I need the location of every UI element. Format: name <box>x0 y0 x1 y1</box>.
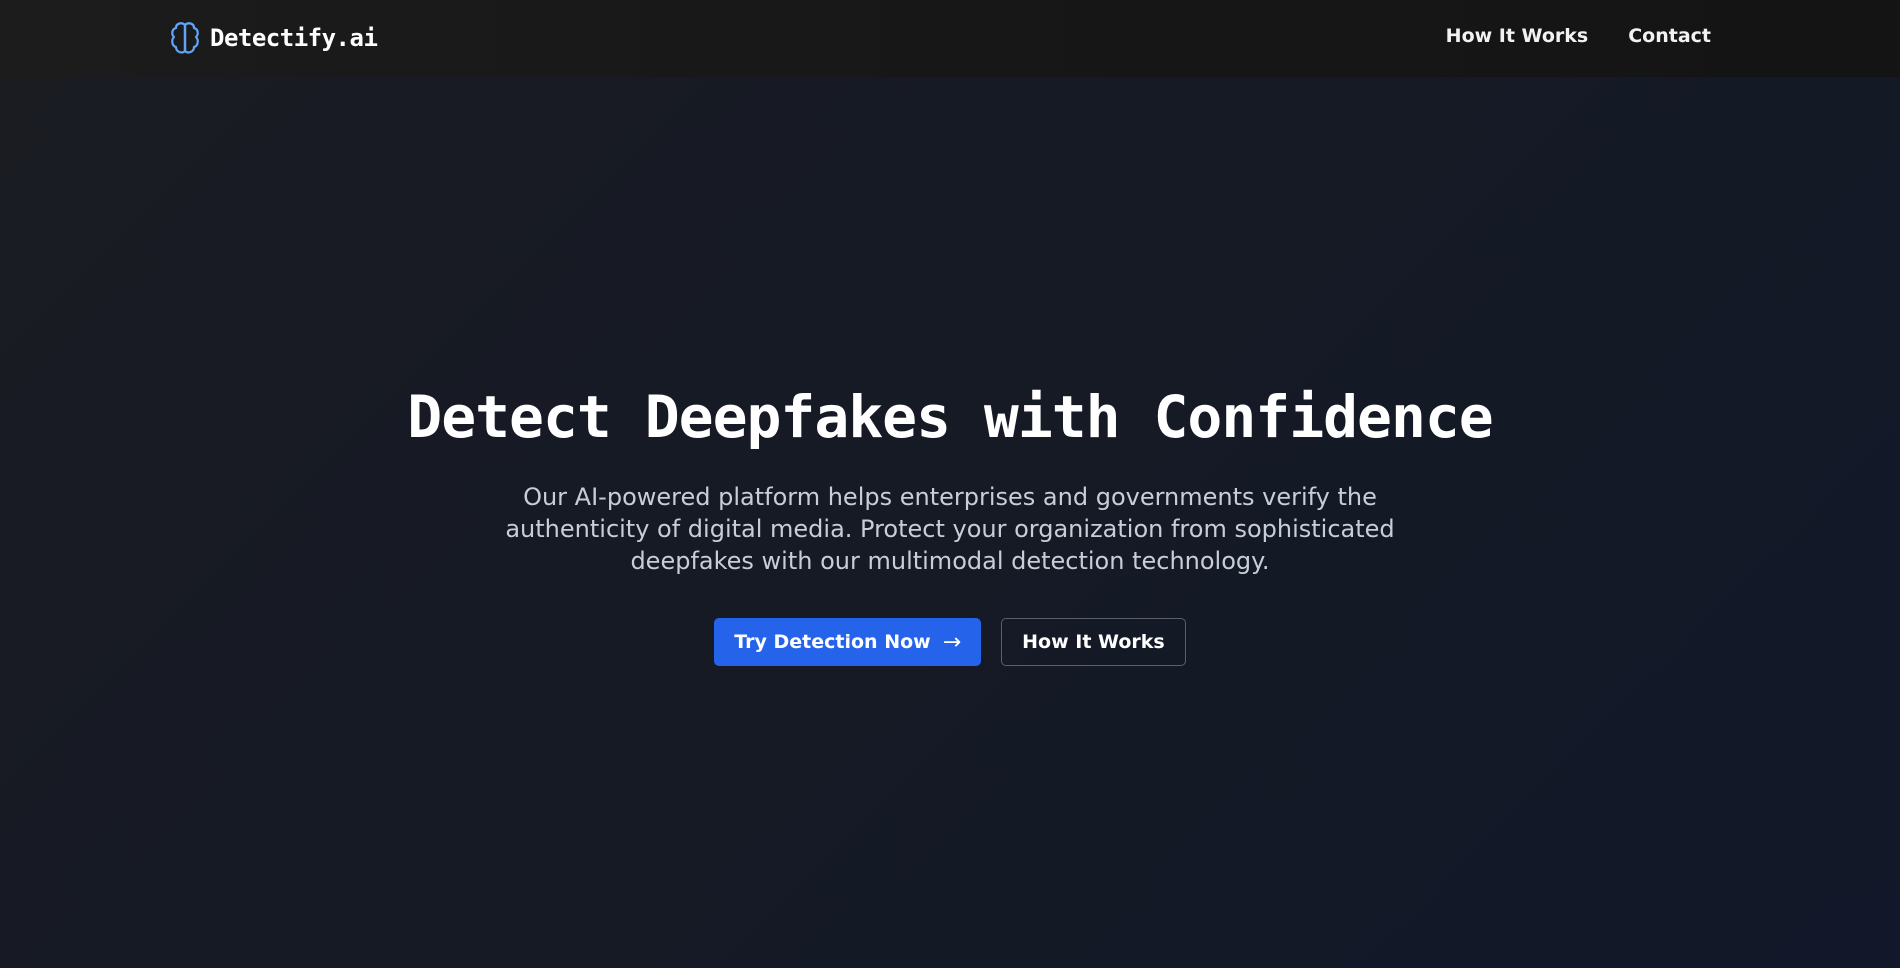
try-detection-button-label: Try Detection Now <box>734 631 931 653</box>
hero-subtitle: Our AI-powered platform helps enterprise… <box>505 483 1395 575</box>
brain-icon <box>171 22 199 54</box>
how-it-works-button[interactable]: How It Works <box>1001 618 1186 666</box>
arrow-right-icon: → <box>942 629 962 655</box>
hero-actions: Try Detection Now → How It Works <box>0 618 1900 666</box>
page: Detectify.ai How It Works Contact Detect… <box>0 0 1900 968</box>
nav-link-contact[interactable]: Contact <box>1628 25 1711 47</box>
brand-logo-link[interactable]: Detectify.ai <box>170 21 378 55</box>
hero-title: Detect Deepfakes with Confidence <box>407 383 1493 451</box>
hero-section: Detect Deepfakes with Confidence Our AI-… <box>0 77 1900 968</box>
nav-link-how-it-works[interactable]: How It Works <box>1446 25 1589 47</box>
nav-links: How It Works Contact <box>1446 25 1711 47</box>
brand-name: Detectify.ai <box>210 24 378 52</box>
try-detection-button[interactable]: Try Detection Now → <box>714 618 982 666</box>
top-navbar: Detectify.ai How It Works Contact <box>0 0 1900 77</box>
